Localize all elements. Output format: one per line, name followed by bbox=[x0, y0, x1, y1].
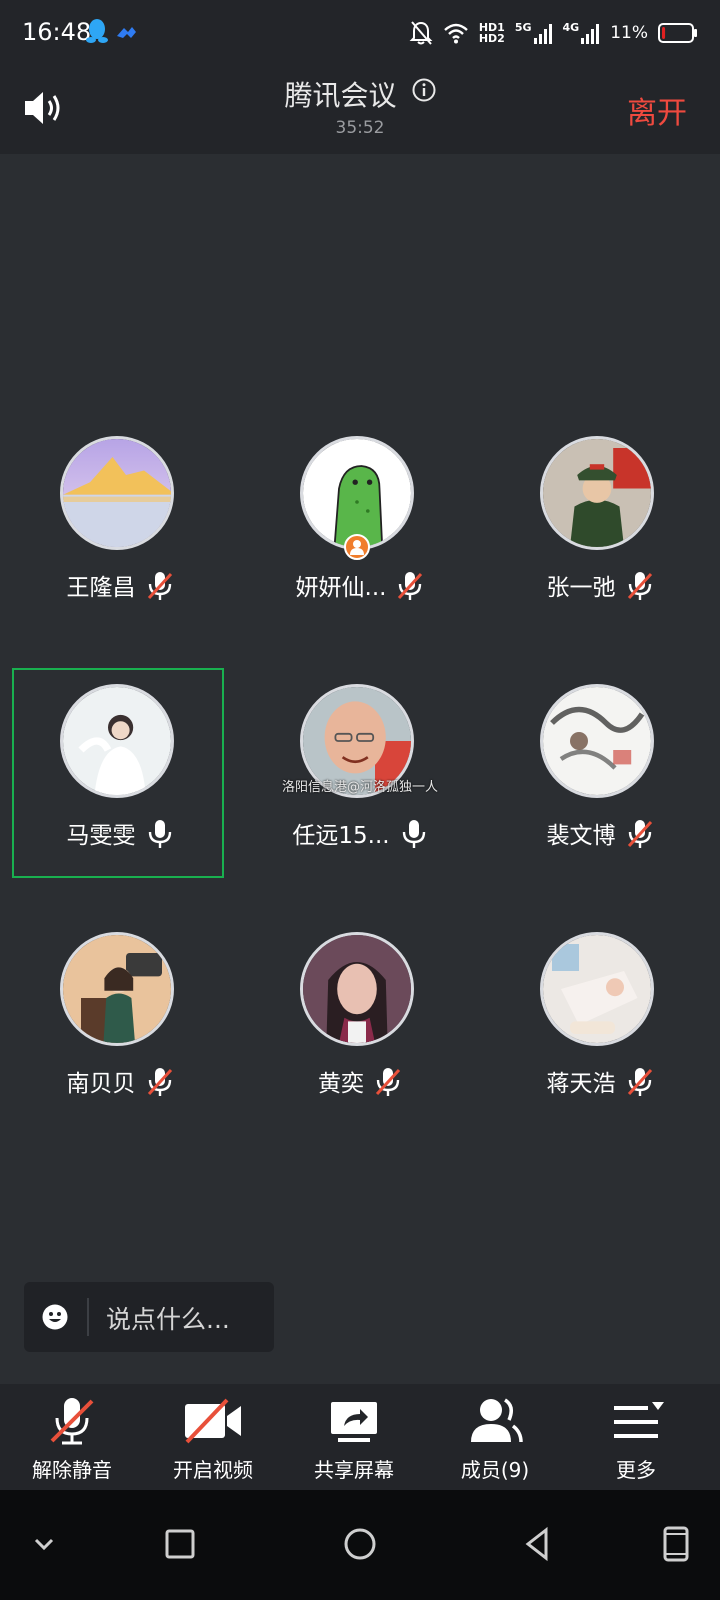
more-menu-icon bbox=[614, 1402, 664, 1438]
participant-name-row: 黄奕 bbox=[240, 1064, 480, 1098]
signal-4g: 4G bbox=[563, 22, 601, 44]
participant-tile[interactable]: 妍妍仙... bbox=[252, 420, 464, 630]
participant-name: 南贝贝 bbox=[66, 1071, 136, 1097]
host-badge-icon bbox=[344, 534, 370, 560]
participant-name: 张一弛 bbox=[546, 575, 616, 601]
status-bar: 16:48 HD1 HD2 5G 4G 11% bbox=[0, 0, 720, 66]
more-button[interactable]: 更多 bbox=[564, 1384, 708, 1490]
participant-name-row: 张一弛 bbox=[480, 568, 720, 602]
mic-muted-icon bbox=[627, 820, 652, 848]
participant-tile[interactable]: 蒋天浩 bbox=[492, 916, 704, 1126]
members-button[interactable]: 成员(9) bbox=[423, 1384, 567, 1490]
mic-muted-icon bbox=[627, 1068, 652, 1096]
participant-name: 妍妍仙... bbox=[295, 575, 387, 601]
mic-muted-icon bbox=[375, 1068, 401, 1096]
avatar bbox=[300, 436, 414, 550]
share-screen-icon bbox=[331, 1402, 377, 1442]
mic-muted-icon bbox=[50, 1398, 94, 1445]
participant-name: 黄奕 bbox=[318, 1071, 364, 1097]
recents-square-icon[interactable] bbox=[150, 1514, 210, 1574]
battery-icon bbox=[658, 23, 697, 43]
avatar bbox=[540, 684, 654, 798]
mic-icon bbox=[148, 820, 171, 848]
chat-input[interactable]: 说点什么... bbox=[24, 1282, 274, 1352]
signal-icon bbox=[581, 24, 600, 44]
members-label: 成员(9) bbox=[460, 1458, 530, 1482]
video-off-icon bbox=[185, 1398, 241, 1444]
leave-button[interactable]: 离开 bbox=[627, 88, 687, 132]
participant-tile[interactable]: 任远15... bbox=[252, 668, 464, 878]
participant-tile[interactable]: 黄奕 bbox=[252, 916, 464, 1126]
mic-muted-icon bbox=[627, 572, 652, 600]
wifi-icon bbox=[444, 23, 468, 44]
signal-icon bbox=[533, 24, 552, 44]
participant-name-row: 任远15... bbox=[240, 816, 480, 850]
avatar bbox=[300, 932, 414, 1046]
mic-muted-icon bbox=[147, 572, 172, 600]
mute-notification-icon bbox=[409, 21, 433, 45]
chat-divider bbox=[87, 1298, 89, 1336]
participant-name-row: 妍妍仙... bbox=[240, 568, 480, 602]
mic-muted-icon bbox=[147, 1068, 172, 1096]
avatar bbox=[60, 436, 174, 550]
chevron-down-icon[interactable] bbox=[14, 1514, 74, 1574]
participant-tile[interactable]: 南贝贝 bbox=[12, 916, 224, 1126]
home-circle-icon[interactable] bbox=[330, 1514, 390, 1574]
battery-percent: 11% bbox=[610, 23, 648, 43]
participant-name: 裴文博 bbox=[546, 823, 616, 849]
signal-5g: 5G bbox=[515, 22, 553, 44]
avatar bbox=[60, 932, 174, 1046]
share-label: 共享屏幕 bbox=[314, 1458, 394, 1482]
participant-name-row: 马雯雯 bbox=[0, 816, 240, 850]
meeting-header: 腾讯会议 35:52 离开 bbox=[0, 66, 720, 154]
cloud-icon bbox=[117, 27, 136, 38]
meeting-duration: 35:52 bbox=[335, 118, 385, 138]
mic-icon bbox=[402, 820, 425, 848]
unmute-button[interactable]: 解除静音 bbox=[0, 1384, 144, 1490]
meeting-title: 腾讯会议 bbox=[284, 79, 397, 112]
status-time: 16:48 bbox=[22, 18, 92, 46]
emoji-icon[interactable] bbox=[42, 1304, 68, 1330]
participant-name: 王隆昌 bbox=[66, 575, 136, 601]
more-label: 更多 bbox=[616, 1458, 656, 1482]
members-icon bbox=[471, 1398, 523, 1443]
participant-name: 马雯雯 bbox=[66, 823, 136, 849]
avatar bbox=[540, 932, 654, 1046]
video-label: 开启视频 bbox=[173, 1458, 253, 1482]
hd-labels: HD1 HD2 bbox=[478, 21, 505, 45]
participant-name: 蒋天浩 bbox=[546, 1071, 616, 1097]
phone-icon[interactable] bbox=[646, 1514, 706, 1574]
participant-tile[interactable]: 张一弛 bbox=[492, 420, 704, 630]
participant-name: 任远15... bbox=[292, 823, 390, 849]
back-triangle-icon[interactable] bbox=[508, 1514, 568, 1574]
start-video-button[interactable]: 开启视频 bbox=[141, 1384, 285, 1490]
status-icons: HD1 HD2 5G 4G 11% bbox=[409, 16, 698, 50]
participant-tile[interactable]: 王隆昌 bbox=[12, 420, 224, 630]
participant-name-row: 裴文博 bbox=[480, 816, 720, 850]
qq-icon bbox=[86, 19, 108, 43]
meeting-toolbar: 解除静音 开启视频 共享屏幕 成员(9) 更多 bbox=[0, 1384, 720, 1490]
participant-name-row: 蒋天浩 bbox=[480, 1064, 720, 1098]
share-screen-button[interactable]: 共享屏幕 bbox=[282, 1384, 426, 1490]
chat-placeholder: 说点什么... bbox=[106, 1305, 230, 1334]
participant-tile[interactable]: 裴文博 bbox=[492, 668, 704, 878]
mic-muted-icon bbox=[398, 572, 423, 600]
avatar bbox=[540, 436, 654, 550]
title-group: 腾讯会议 bbox=[0, 74, 720, 114]
participant-tile[interactable]: 马雯雯 bbox=[12, 668, 224, 878]
unmute-label: 解除静音 bbox=[32, 1458, 112, 1482]
participant-name-row: 南贝贝 bbox=[0, 1064, 240, 1098]
video-watermark: 洛阳信息港@河洛孤独一人 bbox=[282, 780, 439, 795]
info-icon[interactable] bbox=[412, 78, 436, 102]
participant-name-row: 王隆昌 bbox=[0, 568, 240, 602]
avatar bbox=[60, 684, 174, 798]
system-nav-bar bbox=[0, 1490, 720, 1600]
